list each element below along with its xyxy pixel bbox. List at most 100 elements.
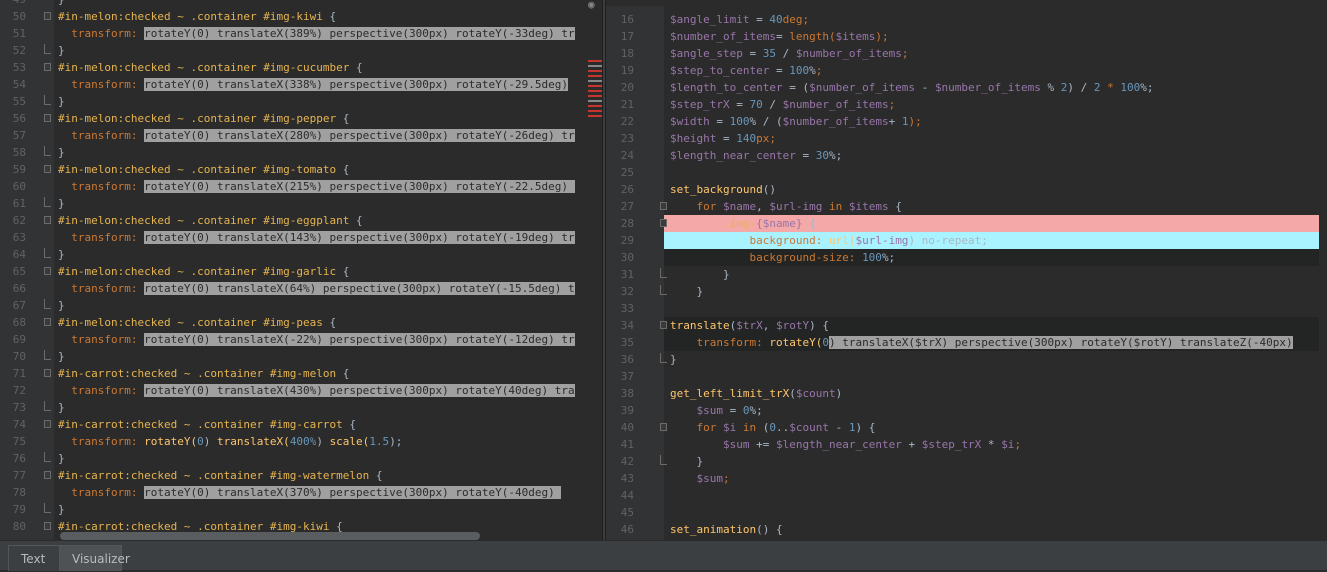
code-text[interactable]: set_background() (670, 181, 776, 198)
fold-toggle-icon[interactable] (44, 267, 51, 275)
code-line[interactable]: 21 $step_trX = 70 / $number_of_items; (606, 96, 1327, 113)
code-line[interactable]: 18 $angle_step = 35 / $number_of_items; (606, 45, 1327, 62)
code-line[interactable]: 70} (0, 348, 602, 365)
code-text[interactable]: $step_to_center = 100%; (670, 62, 822, 79)
code-line[interactable]: 19 $step_to_center = 100%; (606, 62, 1327, 79)
code-line[interactable]: 46 set_animation() { (606, 521, 1327, 538)
left-code-lines[interactable]: 49} 50 #in-melon:checked ~ .container #img… (0, 0, 602, 535)
code-text[interactable]: $length_near_center = 30%; (670, 147, 842, 164)
code-text[interactable]: transform: rotateY(0) translateX(143%) p… (58, 229, 575, 246)
code-line[interactable]: 57 transform: rotateY(0) translateX(280%… (0, 127, 602, 144)
code-text[interactable]: } (58, 450, 65, 467)
code-line[interactable]: 58} (0, 144, 602, 161)
code-text[interactable]: } (58, 246, 65, 263)
code-line[interactable]: 41 $sum += $length_near_center + $step_t… (606, 436, 1327, 453)
code-line[interactable]: 60 transform: rotateY(0) translateX(215%… (0, 178, 602, 195)
code-line[interactable]: 65 #in-melon:checked ~ .container #img-ga… (0, 263, 602, 280)
code-line[interactable]: 52} (0, 42, 602, 59)
code-text[interactable]: } (670, 266, 730, 283)
code-line[interactable]: 28 .img-{$name} { (606, 215, 1327, 232)
code-text[interactable]: } (670, 453, 703, 470)
code-line[interactable]: 78 transform: rotateY(0) translateX(370%… (0, 484, 602, 501)
code-line[interactable]: 25 (606, 164, 1327, 181)
right-code-lines[interactable]: 16 $angle_limit = 40deg; 17 $number_of_item… (606, 11, 1327, 538)
code-text[interactable]: #in-melon:checked ~ .container #img-eggp… (58, 212, 363, 229)
code-line[interactable]: 73} (0, 399, 602, 416)
code-line[interactable]: 37 (606, 368, 1327, 385)
tab-text[interactable]: Text (8, 545, 60, 571)
code-line[interactable]: 45 (606, 504, 1327, 521)
code-text[interactable]: $length_to_center = ($number_of_items - … (670, 79, 1154, 96)
code-text[interactable]: } (670, 351, 677, 368)
code-line[interactable]: 35 transform: rotateY(0) translateX($trX… (606, 334, 1327, 351)
fold-toggle-icon[interactable] (660, 321, 667, 329)
code-text[interactable]: #in-melon:checked ~ .container #img-kiwi… (58, 8, 336, 25)
code-line[interactable]: 24 $length_near_center = 30%; (606, 147, 1327, 164)
code-line[interactable]: 79} (0, 501, 602, 518)
code-text[interactable]: } (58, 399, 65, 416)
code-text[interactable]: for $i in (0..$count - 1) { (670, 419, 875, 436)
code-text[interactable]: #in-melon:checked ~ .container #img-peas… (58, 314, 336, 331)
code-line[interactable]: 43 $sum; (606, 470, 1327, 487)
code-line[interactable]: 38 get_left_limit_trX($count) (606, 385, 1327, 402)
code-line[interactable]: 42 } (606, 453, 1327, 470)
code-line[interactable]: 44 (606, 487, 1327, 504)
code-line[interactable]: 27 for $name, $url-img in $items { (606, 198, 1327, 215)
code-line[interactable]: 51 transform: rotateY(0) translateX(389%… (0, 25, 602, 42)
fold-toggle-icon[interactable] (44, 318, 51, 326)
tab-visualizer[interactable]: Visualizer (60, 545, 130, 571)
code-text[interactable]: transform: rotateY(0) translateX(389%) p… (58, 25, 575, 42)
code-text[interactable]: #in-carrot:checked ~ .container #img-mel… (58, 365, 349, 382)
code-text[interactable]: } (58, 42, 65, 59)
code-line[interactable]: 16 $angle_limit = 40deg; (606, 11, 1327, 28)
code-text[interactable]: } (58, 0, 65, 8)
code-text[interactable]: $angle_limit = 40deg; (670, 11, 809, 28)
code-text[interactable]: transform: rotateY(0) translateX(338%) p… (58, 76, 568, 93)
code-line[interactable]: 55} (0, 93, 602, 110)
code-line[interactable]: 66 transform: rotateY(0) translateX(64%)… (0, 280, 602, 297)
fold-toggle-icon[interactable] (660, 202, 667, 210)
eye-icon[interactable]: ◉ (588, 0, 602, 11)
code-line[interactable]: 33 (606, 300, 1327, 317)
code-text[interactable]: } (58, 501, 65, 518)
code-text[interactable]: set_animation() { (670, 521, 783, 538)
code-text[interactable]: transform: rotateY(0) translateX(370%) p… (58, 484, 562, 501)
code-line[interactable]: 56 #in-melon:checked ~ .container #img-pe… (0, 110, 602, 127)
code-text[interactable]: $number_of_items= length($items); (670, 28, 889, 45)
fold-toggle-icon[interactable] (44, 420, 51, 428)
code-line[interactable]: 53 #in-melon:checked ~ .container #img-cu… (0, 59, 602, 76)
code-line[interactable]: 77 #in-carrot:checked ~ .container #img-w… (0, 467, 602, 484)
code-text[interactable]: $sum = 0%; (670, 402, 762, 419)
code-line[interactable]: 67} (0, 297, 602, 314)
code-line[interactable]: 76} (0, 450, 602, 467)
code-line[interactable]: 68 #in-melon:checked ~ .container #img-pe… (0, 314, 602, 331)
fold-toggle-icon[interactable] (660, 219, 667, 227)
code-text[interactable]: $step_trX = 70 / $number_of_items; (670, 96, 895, 113)
code-line[interactable]: 74 #in-carrot:checked ~ .container #img-c… (0, 416, 602, 433)
code-text[interactable]: #in-melon:checked ~ .container #img-garl… (58, 263, 349, 280)
code-text[interactable]: get_left_limit_trX($count) (670, 385, 842, 402)
code-text[interactable]: #in-carrot:checked ~ .container #img-wat… (58, 467, 383, 484)
left-editor-pane[interactable]: 49} 50 #in-melon:checked ~ .container #img… (0, 0, 602, 540)
fold-toggle-icon[interactable] (44, 369, 51, 377)
code-text[interactable]: #in-melon:checked ~ .container #img-cucu… (58, 59, 363, 76)
code-text[interactable]: $angle_step = 35 / $number_of_items; (670, 45, 908, 62)
fold-toggle-icon[interactable] (44, 216, 51, 224)
code-text[interactable]: #in-melon:checked ~ .container #img-pepp… (58, 110, 349, 127)
code-line[interactable]: 34 translate($trX, $rotY) { (606, 317, 1327, 334)
code-text[interactable]: transform: rotateY(0) translateX(280%) p… (58, 127, 575, 144)
code-line[interactable]: 40 for $i in (0..$count - 1) { (606, 419, 1327, 436)
code-text[interactable]: } (58, 144, 65, 161)
code-line[interactable]: 22 $width = 100% / ($number_of_items+ 1); (606, 113, 1327, 130)
code-text[interactable]: $width = 100% / ($number_of_items+ 1); (670, 113, 922, 130)
code-line[interactable]: 31 } (606, 266, 1327, 283)
fold-toggle-icon[interactable] (44, 165, 51, 173)
code-line[interactable]: 39 $sum = 0%; (606, 402, 1327, 419)
code-line[interactable]: 49} (0, 0, 602, 8)
code-line[interactable]: 30 background-size: 100%; (606, 249, 1327, 266)
code-text[interactable]: background-size: 100%; (670, 249, 895, 266)
code-line[interactable]: 61} (0, 195, 602, 212)
code-text[interactable]: transform: rotateY(0) translateX(64%) pe… (58, 280, 575, 297)
code-line[interactable]: 75 transform: rotateY(0) translateX(400%… (0, 433, 602, 450)
code-text[interactable]: for $name, $url-img in $items { (670, 198, 901, 215)
